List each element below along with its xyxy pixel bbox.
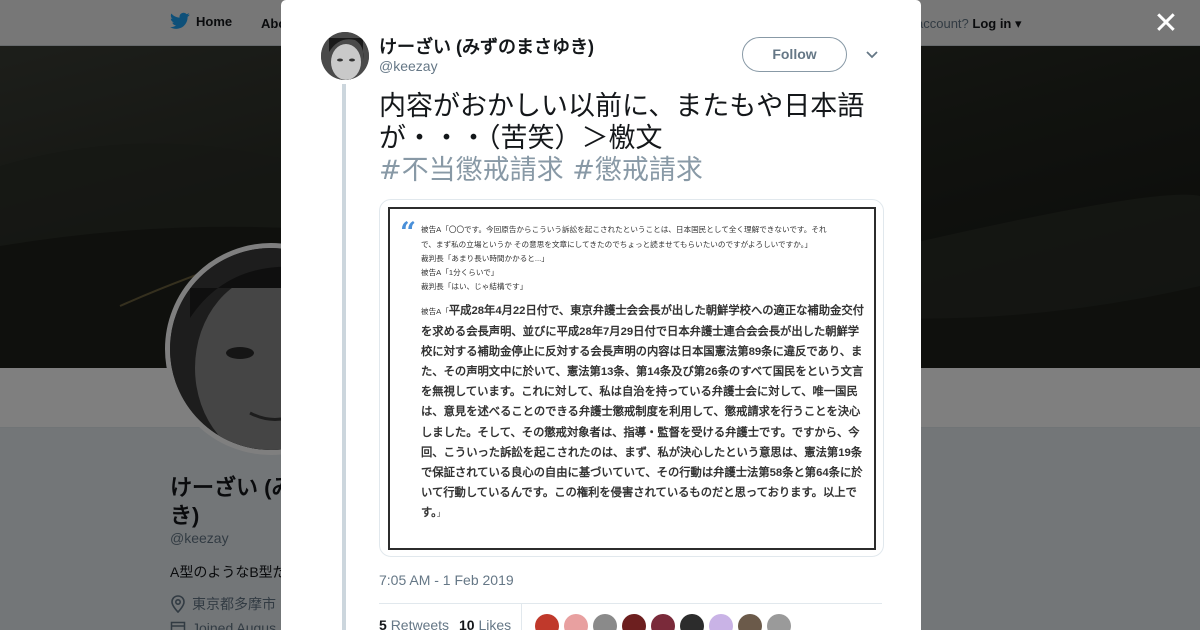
- retweets-stat[interactable]: 5 Retweets: [379, 617, 449, 630]
- likes-stat[interactable]: 10 Likes: [459, 617, 511, 630]
- hashtag-link[interactable]: #不当懲戒請求: [379, 155, 564, 186]
- liker-avatars: [535, 614, 791, 630]
- document-statement-text: 平成28年4月22日付で、東京弁護士会会長が出した朝鮮学校への適正な補助金交付を…: [421, 305, 864, 519]
- author-face-image: [321, 32, 369, 80]
- liker-avatar[interactable]: [738, 614, 762, 630]
- liker-avatar[interactable]: [564, 614, 588, 630]
- liker-avatar[interactable]: [593, 614, 617, 630]
- hashtag-link[interactable]: #懲戒請求: [572, 155, 703, 186]
- tweet-attached-image[interactable]: “ 被告A「〇〇です。今回原告からこういう訴訟を起こされたということは、日本国民…: [379, 199, 884, 557]
- quote-mark-icon: “: [400, 216, 417, 249]
- liker-avatar[interactable]: [651, 614, 675, 630]
- tweet-text: 内容がおかしい以前に、またもや日本語が・・・（苦笑）＞檄文 #不当懲戒請求 #懲…: [379, 91, 889, 187]
- follow-button[interactable]: Follow: [742, 37, 847, 72]
- liker-avatar[interactable]: [535, 614, 559, 630]
- stats-divider: [521, 604, 522, 630]
- liker-avatar[interactable]: [680, 614, 704, 630]
- liker-avatar[interactable]: [767, 614, 791, 630]
- tweet-hashtags: #不当懲戒請求 #懲戒請求: [379, 155, 889, 187]
- document-line: 被告A「1分くらいで」: [421, 268, 499, 277]
- thread-line: [342, 84, 346, 630]
- document-line: で、まず私の立場というか その意思を文章にしてきたのでちょっと読ませてもらいたい…: [421, 240, 813, 249]
- document-statement-lead: 被告A「: [421, 307, 449, 316]
- tweet-modal: けーざい (みずのまさゆき) @keezay Follow 内容がおかしい以前に…: [281, 0, 921, 630]
- document-line: 被告A「〇〇です。今回原告からこういう訴訟を起こされたということは、日本国民とし…: [421, 225, 827, 234]
- document-image: “ 被告A「〇〇です。今回原告からこういう訴訟を起こされたということは、日本国民…: [388, 207, 876, 550]
- liker-avatar[interactable]: [622, 614, 646, 630]
- document-statement: 被告A「平成28年4月22日付で、東京弁護士会会長が出した朝鮮学校への適正な補助…: [421, 301, 867, 524]
- liker-avatar[interactable]: [709, 614, 733, 630]
- tweet-timestamp[interactable]: 7:05 AM - 1 Feb 2019: [379, 572, 514, 588]
- tweet-body: 内容がおかしい以前に、またもや日本語が・・・（苦笑）＞檄文: [379, 91, 865, 154]
- tweet-stats: 5 Retweets 10 Likes: [379, 603, 882, 630]
- document-line: 裁判長「あまり長い時間かかると...」: [421, 254, 549, 263]
- document-line: 裁判長「はい、じゃ結構です」: [421, 282, 528, 291]
- tweet-author-name[interactable]: けーざい (みずのまさゆき): [379, 33, 594, 59]
- chevron-down-icon[interactable]: [862, 44, 882, 64]
- document-statement-tail: 」: [436, 508, 445, 518]
- tweet-author-handle[interactable]: @keezay: [379, 58, 438, 74]
- tweet-author-avatar[interactable]: [321, 32, 369, 80]
- close-icon[interactable]: ✕: [1150, 8, 1182, 40]
